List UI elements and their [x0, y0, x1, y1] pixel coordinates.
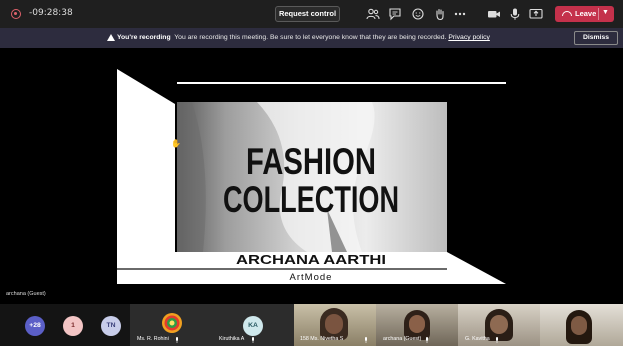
participant-avatar-tn[interactable]: TN	[101, 316, 121, 336]
chevron-down-icon[interactable]: ▼	[602, 9, 609, 16]
participant-count-badge[interactable]: 1	[63, 316, 83, 336]
participant-video-unnamed[interactable]	[540, 304, 623, 346]
mic-icon	[176, 337, 178, 343]
leave-button[interactable]: Leave ▼	[555, 6, 614, 22]
meeting-toolbar: -09:28:38 Request control Leave ▼	[0, 0, 623, 28]
microphone-icon[interactable]	[508, 7, 522, 21]
school-logo-icon	[162, 313, 182, 333]
participant-name-kavitha: G. Kavitha	[465, 336, 490, 342]
slide-title-line1: FASHION	[246, 141, 376, 182]
cursor-hand-icon: ✋	[171, 139, 181, 148]
participant-avatar-ka: KA	[243, 316, 263, 336]
more-options-icon[interactable]	[453, 7, 467, 21]
recording-notice-text: You are recording this meeting. Be sure …	[174, 34, 447, 41]
participant-name-nivetha: 158 Ms. Nivetha S	[300, 336, 344, 342]
slide-decor-left	[117, 69, 175, 267]
camera-icon[interactable]	[487, 7, 501, 21]
participant-name-archana: archana (Guest)	[383, 336, 422, 342]
mic-icon	[252, 337, 254, 343]
mic-icon	[426, 337, 428, 343]
chat-icon[interactable]	[388, 7, 402, 21]
recording-banner: You're recording You are recording this …	[0, 28, 623, 48]
video-person-face	[490, 315, 508, 334]
recording-notice: You're recording You are recording this …	[117, 34, 490, 41]
video-person-face	[409, 315, 425, 333]
raise-hand-icon[interactable]	[433, 7, 447, 21]
video-person-face	[325, 314, 343, 334]
shared-presentation-slide: FASHION COLLECTION ARCHANA AARTHI ArtMod…	[117, 69, 506, 284]
meeting-timer: -09:28:38	[29, 8, 73, 18]
participant-name-kiruthika: Kiruthika A	[219, 336, 245, 342]
request-control-button[interactable]: Request control	[275, 6, 340, 22]
slide-author-name: ARCHANA AARTHI	[236, 253, 386, 267]
dismiss-button[interactable]: Dismiss	[574, 31, 618, 45]
recording-icon	[11, 9, 21, 19]
more-participants-avatar[interactable]: +28	[25, 316, 45, 336]
share-screen-icon[interactable]	[529, 7, 543, 21]
people-icon[interactable]	[366, 7, 380, 21]
warning-icon	[107, 34, 115, 41]
participant-name-rohini: Ms. R. Rohini	[137, 336, 169, 342]
presenter-caption: archana (Guest)	[6, 291, 46, 297]
mic-icon	[365, 337, 367, 343]
video-person-face	[571, 316, 587, 335]
slide-brand: ArtMode	[290, 272, 333, 283]
slide-title-line2: COLLECTION	[223, 179, 399, 220]
privacy-policy-link[interactable]: Privacy policy	[448, 34, 490, 41]
phone-hangup-icon	[562, 11, 572, 16]
mic-icon	[496, 337, 498, 343]
leave-label: Leave	[575, 9, 597, 18]
reactions-icon[interactable]	[411, 7, 425, 21]
leave-divider	[598, 8, 599, 20]
recording-notice-title: You're recording	[117, 34, 171, 41]
